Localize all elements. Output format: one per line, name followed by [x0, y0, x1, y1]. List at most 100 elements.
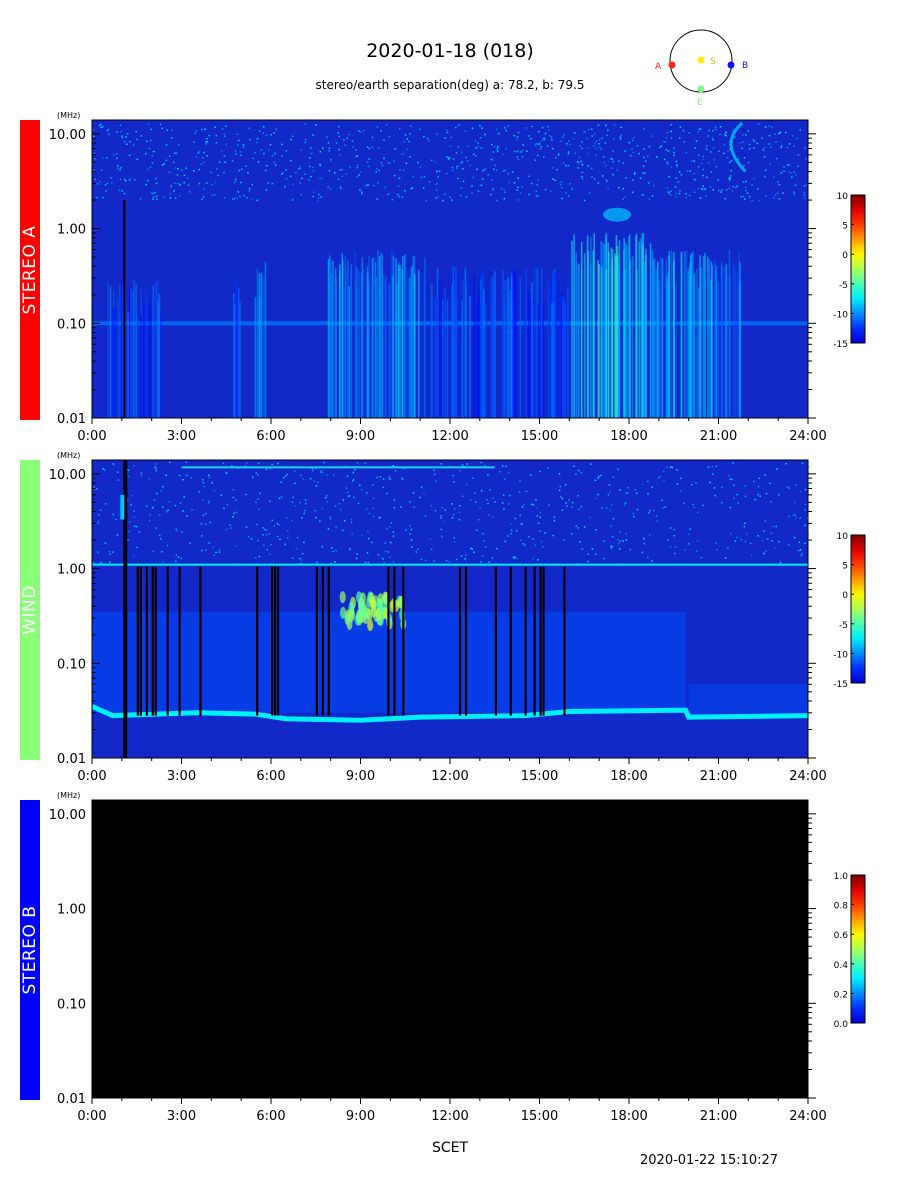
noise-speckle [629, 548, 632, 551]
noise-speckle [170, 184, 172, 187]
noise-speckle [237, 144, 239, 146]
noise-speckle [327, 528, 330, 530]
noise-speckle [544, 532, 546, 534]
noise-speckle [250, 198, 253, 201]
noise-speckle [386, 492, 388, 495]
noise-speckle [801, 462, 804, 465]
y-tick-label: 10.00 [49, 808, 86, 823]
noise-speckle [206, 155, 208, 157]
noise-speckle [348, 133, 350, 136]
noise-speckle [385, 124, 388, 126]
noise-speckle [304, 499, 307, 501]
noise-speckle [140, 135, 143, 137]
noise-speckle [161, 127, 163, 130]
noise-speckle [239, 150, 242, 153]
noise-speckle [544, 132, 547, 135]
noise-speckle [516, 138, 518, 141]
noise-speckle [320, 196, 322, 198]
noise-speckle [595, 140, 598, 143]
burst-streak [525, 267, 527, 418]
noise-speckle [680, 174, 683, 176]
noise-speckle [624, 195, 626, 198]
noise-speckle [383, 157, 385, 160]
noise-speckle [441, 535, 443, 538]
noise-speckle [269, 144, 272, 146]
noise-speckle [446, 156, 448, 158]
noise-speckle [693, 506, 696, 509]
noise-speckle [622, 188, 625, 190]
noise-speckle [509, 523, 512, 525]
noise-speckle [552, 534, 554, 537]
noise-speckle [471, 192, 473, 194]
noise-speckle [380, 161, 383, 164]
burst-streak [339, 264, 341, 418]
noise-speckle [354, 468, 356, 471]
noise-speckle [744, 522, 746, 525]
noise-speckle [768, 125, 770, 127]
noise-speckle [271, 519, 274, 522]
noise-speckle [504, 478, 506, 480]
data-gap-line [273, 566, 277, 716]
noise-speckle [339, 154, 341, 156]
noise-speckle [104, 542, 107, 545]
noise-speckle [558, 489, 561, 492]
noise-speckle [295, 548, 298, 550]
x-tick-label: 21:00 [700, 1109, 737, 1124]
x-tick-label: 3:00 [167, 769, 196, 784]
noise-speckle [256, 141, 258, 144]
radio-burst-patch [366, 608, 373, 621]
noise-speckle [300, 193, 302, 196]
noise-speckle [232, 488, 235, 491]
noise-speckle [563, 133, 565, 136]
noise-speckle [430, 548, 433, 551]
noise-speckle [159, 538, 162, 540]
noise-speckle [403, 190, 406, 192]
noise-speckle [117, 165, 119, 167]
noise-speckle [312, 470, 314, 472]
noise-speckle [175, 152, 178, 155]
noise-speckle [748, 143, 751, 146]
noise-speckle [304, 138, 307, 141]
noise-speckle [155, 469, 158, 472]
noise-speckle [547, 467, 549, 469]
noise-speckle [317, 197, 320, 199]
noise-speckle [754, 498, 756, 501]
noise-speckle [231, 198, 234, 200]
noise-speckle [696, 539, 699, 542]
noise-speckle [352, 146, 354, 148]
noise-speckle [388, 556, 391, 558]
burst-streak [158, 293, 161, 418]
noise-speckle [651, 195, 654, 197]
noise-speckle [119, 124, 122, 126]
noise-speckle [300, 474, 302, 477]
noise-speckle [658, 477, 660, 479]
noise-speckle [430, 504, 433, 507]
noise-speckle [686, 170, 689, 172]
noise-speckle [700, 128, 702, 130]
noise-speckle [520, 151, 522, 153]
noise-speckle [329, 188, 332, 190]
noise-speckle [539, 148, 542, 150]
noise-speckle [528, 536, 530, 538]
burst-streak [728, 249, 731, 418]
noise-speckle [280, 481, 282, 483]
noise-speckle [304, 173, 306, 176]
noise-speckle [173, 152, 176, 155]
noise-speckle [121, 136, 124, 139]
noise-speckle [403, 141, 405, 143]
noise-speckle [804, 503, 807, 506]
burst-streak [665, 258, 668, 418]
noise-speckle [771, 540, 773, 542]
noise-speckle [772, 525, 774, 528]
noise-speckle [519, 480, 521, 482]
noise-speckle [761, 137, 763, 140]
burst-streak [704, 252, 706, 418]
radio-burst-patch [603, 207, 632, 222]
burst-streak [157, 300, 159, 418]
noise-speckle [423, 492, 425, 495]
noise-speckle [707, 135, 709, 137]
noise-speckle [659, 146, 661, 149]
noise-speckle [610, 525, 613, 527]
noise-speckle [793, 191, 795, 193]
noise-speckle [676, 165, 678, 168]
